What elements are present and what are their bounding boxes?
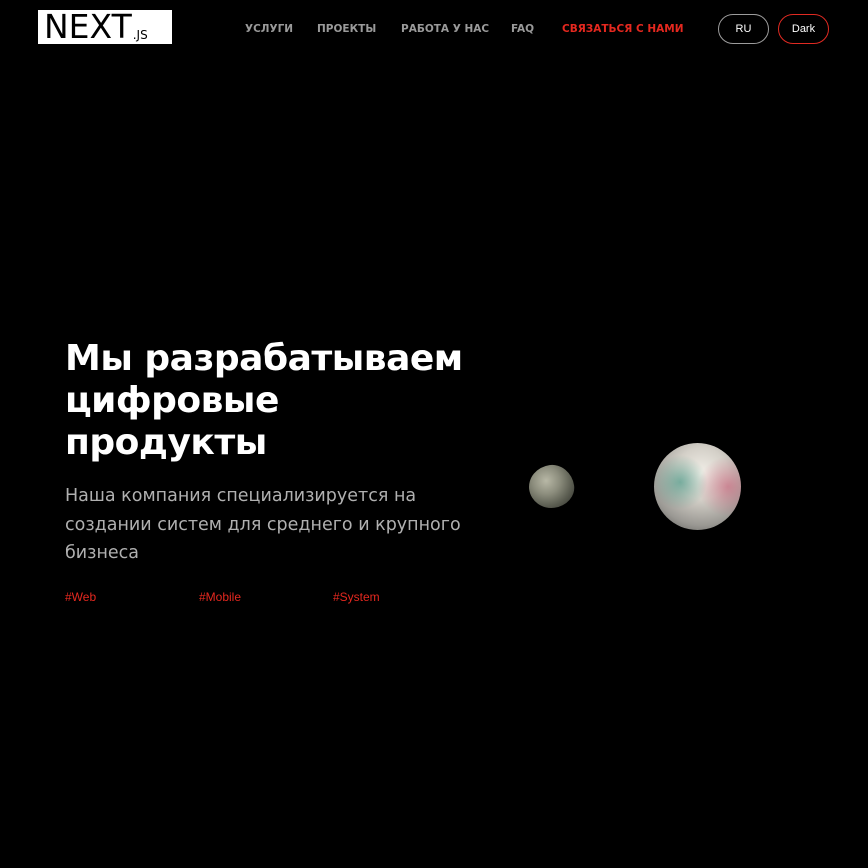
tag-mobile[interactable]: #Mobile: [199, 590, 241, 604]
hero-subtitle: Наша компания специализируется на создан…: [65, 486, 461, 563]
nav-item-faq[interactable]: FAQ: [511, 22, 534, 36]
small-sphere-graphic: [526, 462, 577, 511]
hero-title: Мы разрабатываем цифровые продукты: [65, 338, 505, 464]
logo[interactable]: NEXT .JS: [38, 10, 172, 44]
hero-title-line: цифровые: [65, 380, 279, 421]
logo-main-text: NEXT: [44, 7, 132, 46]
language-button[interactable]: RU: [718, 14, 769, 44]
tag-system[interactable]: #System: [333, 590, 380, 604]
theme-toggle-button[interactable]: Dark: [778, 14, 829, 44]
hero-title-line: продукты: [65, 422, 267, 463]
tag-web[interactable]: #Web: [65, 590, 96, 604]
nav-item-services[interactable]: УСЛУГИ: [245, 22, 293, 36]
large-sphere-graphic: [654, 443, 741, 530]
nav-item-contact[interactable]: СВЯЗАТЬСЯ С НАМИ: [562, 22, 684, 36]
logo-suffix-text: .JS: [132, 28, 148, 42]
hero-title-line: Мы разрабатываем: [65, 338, 463, 379]
nav-item-projects[interactable]: ПРОЕКТЫ: [317, 22, 376, 36]
nav-item-careers[interactable]: РАБОТА У НАС: [401, 22, 489, 36]
